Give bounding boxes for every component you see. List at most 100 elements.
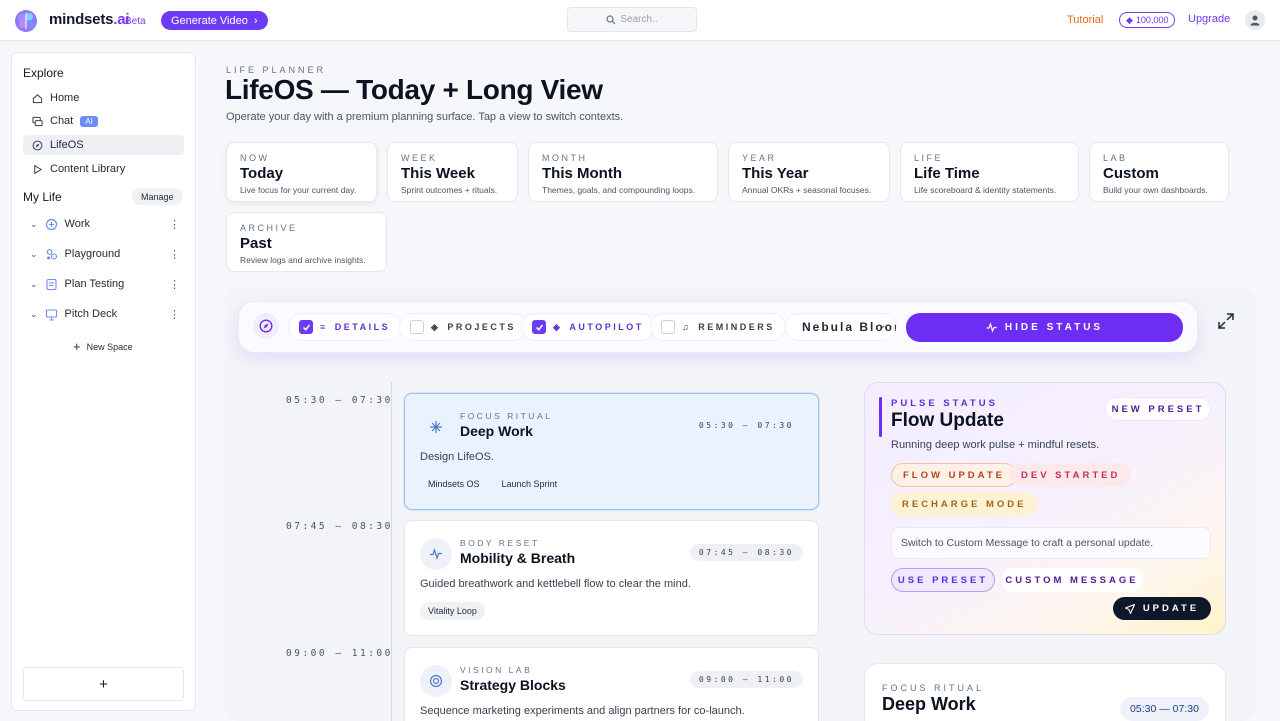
manage-button[interactable]: Manage bbox=[132, 188, 183, 205]
pulse-accent-bar bbox=[879, 397, 882, 437]
sidebar-item-lifeos[interactable]: LifeOS bbox=[23, 135, 184, 155]
event-kicker: FOCUS RITUAL bbox=[460, 411, 553, 421]
chevron-down-icon[interactable]: ⌄ bbox=[30, 249, 38, 260]
plus-icon: + bbox=[73, 339, 81, 354]
view-card-custom[interactable]: LAB Custom Build your own dashboards. bbox=[1089, 142, 1229, 202]
event-title: Mobility & Breath bbox=[460, 550, 576, 566]
view-card-week[interactable]: WEEK This Week Sprint outcomes + rituals… bbox=[387, 142, 518, 202]
time-slot-label: 07:45 — 08:30 bbox=[286, 521, 393, 532]
user-icon bbox=[1250, 15, 1260, 26]
event-kicker: VISION LAB bbox=[460, 665, 533, 675]
event-title: Strategy Blocks bbox=[460, 677, 566, 693]
view-desc: Annual OKRs + seasonal focuses. bbox=[742, 185, 872, 195]
home-icon bbox=[32, 93, 43, 103]
more-options-icon[interactable]: ⋮ bbox=[169, 278, 180, 291]
new-space-button[interactable]: + New Space bbox=[73, 339, 133, 354]
avatar[interactable] bbox=[1245, 10, 1265, 30]
pulse-kicker: PULSE STATUS bbox=[891, 398, 998, 409]
sidebar-item-content-library[interactable]: Content Library bbox=[23, 159, 184, 179]
view-card-today[interactable]: NOW Today Live focus for your current da… bbox=[226, 142, 377, 202]
hide-status-button[interactable]: HIDE STATUS bbox=[906, 313, 1183, 342]
tutorial-link[interactable]: Tutorial bbox=[1067, 14, 1103, 26]
event-desc: Guided breathwork and kettlebell flow to… bbox=[420, 578, 691, 590]
view-kicker: LIFE bbox=[914, 153, 944, 163]
search-icon bbox=[606, 14, 616, 24]
space-label: Work bbox=[64, 218, 91, 230]
compass-icon bbox=[32, 140, 43, 150]
credits-badge[interactable]: ◆ 100,000 bbox=[1119, 12, 1176, 28]
checkbox-checked-icon[interactable] bbox=[532, 320, 546, 334]
custom-message-field[interactable]: Switch to Custom Message to craft a pers… bbox=[891, 527, 1211, 559]
chevron-down-icon[interactable]: ⌄ bbox=[878, 320, 886, 331]
brain-logo-icon[interactable] bbox=[14, 9, 38, 33]
event-time-badge: 05:30 — 07:30 bbox=[698, 421, 794, 430]
upgrade-link[interactable]: Upgrade bbox=[1188, 13, 1230, 25]
chevron-down-icon[interactable]: ⌄ bbox=[30, 309, 38, 320]
preset-flow-update[interactable]: FLOW UPDATE bbox=[891, 463, 1017, 487]
view-kicker: LAB bbox=[1103, 153, 1128, 163]
bell-icon: ♫ bbox=[682, 322, 692, 332]
focus-summary-kicker: FOCUS RITUAL bbox=[882, 683, 985, 693]
view-card-month[interactable]: MONTH This Month Themes, goals, and comp… bbox=[528, 142, 718, 202]
event-title: Deep Work bbox=[460, 423, 533, 439]
toggle-reminders[interactable]: ♫ REMINDERS bbox=[650, 313, 786, 341]
brand-name[interactable]: mindsets.ai bbox=[49, 11, 130, 28]
space-item-playground[interactable]: ⌄ Playground ⋮ bbox=[30, 243, 180, 265]
view-card-past[interactable]: ARCHIVE Past Review logs and archive ins… bbox=[226, 212, 387, 272]
page-title: LifeOS — Today + Long View bbox=[225, 74, 603, 105]
event-card-strategy[interactable]: VISION LAB Strategy Blocks 09:00 — 11:00… bbox=[404, 647, 819, 721]
layers-icon: ◈ bbox=[431, 321, 441, 332]
view-title: Life Time bbox=[914, 165, 980, 182]
time-slot-label: 09:00 — 11:00 bbox=[286, 648, 393, 659]
focus-summary-time: 05:30 — 07:30 bbox=[1120, 697, 1209, 721]
expand-icon[interactable] bbox=[1217, 312, 1235, 330]
space-item-plan-testing[interactable]: ⌄ Plan Testing ⋮ bbox=[30, 273, 180, 295]
checkbox-checked-icon[interactable] bbox=[299, 320, 313, 334]
sidebar-item-label: Chat bbox=[50, 115, 74, 127]
new-preset-button[interactable]: NEW PRESET bbox=[1105, 397, 1211, 421]
more-options-icon[interactable]: ⋮ bbox=[169, 308, 180, 321]
tag[interactable]: Vitality Loop bbox=[420, 602, 485, 620]
plan-icon bbox=[45, 278, 57, 290]
use-preset-button[interactable]: USE PRESET bbox=[891, 568, 995, 592]
custom-message-button[interactable]: CUSTOM MESSAGE bbox=[1001, 568, 1143, 592]
event-card-deep-work[interactable]: FOCUS RITUAL Deep Work 05:30 — 07:30 Des… bbox=[404, 393, 819, 510]
toggle-details[interactable]: ≡ DETAILS bbox=[288, 313, 402, 341]
chevron-down-icon[interactable]: ⌄ bbox=[30, 219, 38, 230]
pulse-title: Flow Update bbox=[891, 410, 1004, 431]
checkbox-icon[interactable] bbox=[410, 320, 424, 334]
play-icon bbox=[34, 164, 43, 174]
compass-button[interactable] bbox=[253, 313, 279, 339]
preset-dev-started[interactable]: DEV STARTED bbox=[1010, 463, 1132, 487]
sidebar-item-chat[interactable]: Chat AI bbox=[23, 111, 184, 131]
space-item-work[interactable]: ⌄ Work ⋮ bbox=[30, 213, 180, 235]
event-card-mobility[interactable]: BODY RESET Mobility & Breath 07:45 — 08:… bbox=[404, 520, 819, 636]
chevron-down-icon[interactable]: ⌄ bbox=[30, 279, 38, 290]
view-kicker: WEEK bbox=[401, 153, 438, 163]
space-item-pitch-deck[interactable]: ⌄ Pitch Deck ⋮ bbox=[30, 303, 180, 325]
add-button[interactable]: + bbox=[23, 667, 184, 701]
tag[interactable]: Mindsets OS bbox=[420, 475, 488, 493]
view-desc: Review logs and archive insights. bbox=[240, 255, 366, 265]
preset-recharge-mode[interactable]: RECHARGE MODE bbox=[891, 492, 1038, 516]
my-life-heading: My Life bbox=[23, 190, 62, 204]
toggle-projects[interactable]: ◈ PROJECTS bbox=[399, 313, 527, 341]
chat-icon bbox=[32, 116, 43, 126]
toggle-autopilot[interactable]: ◈ AUTOPILOT bbox=[521, 313, 655, 341]
checkbox-icon[interactable] bbox=[661, 320, 675, 334]
more-options-icon[interactable]: ⋮ bbox=[169, 248, 180, 261]
send-icon bbox=[1124, 603, 1135, 614]
tag[interactable]: Launch Sprint bbox=[494, 475, 566, 493]
search-input[interactable]: Search.. bbox=[567, 7, 697, 32]
compass-icon bbox=[259, 319, 273, 333]
sidebar-item-home[interactable]: Home bbox=[23, 88, 184, 108]
focus-summary-title: Deep Work bbox=[882, 694, 976, 714]
generate-video-button[interactable]: Generate Video › bbox=[161, 11, 268, 30]
event-tags: Vitality Loop bbox=[420, 602, 485, 620]
update-button[interactable]: UPDATE bbox=[1113, 597, 1211, 620]
top-bar: mindsets.ai Beta Generate Video › Search… bbox=[0, 0, 1280, 41]
view-card-life[interactable]: LIFE Life Time Life scoreboard & identit… bbox=[900, 142, 1079, 202]
more-options-icon[interactable]: ⋮ bbox=[169, 218, 180, 231]
view-card-year[interactable]: YEAR This Year Annual OKRs + seasonal fo… bbox=[728, 142, 890, 202]
pulse-icon bbox=[986, 322, 997, 333]
